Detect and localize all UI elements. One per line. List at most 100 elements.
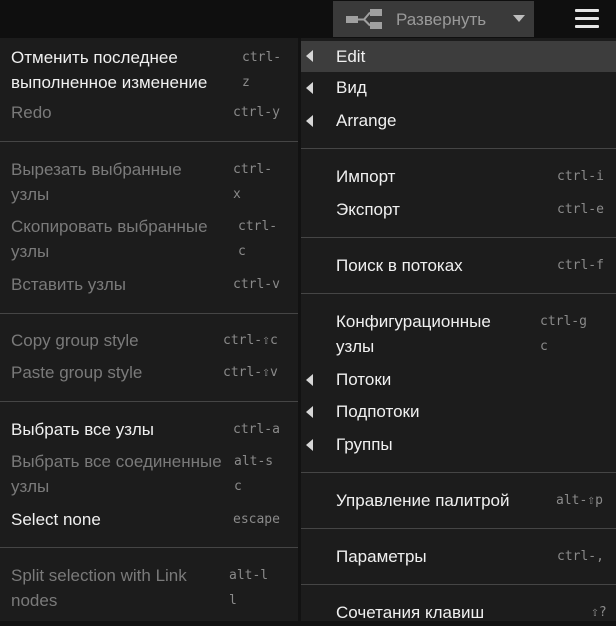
- submenu-left-arrow-icon: [306, 50, 313, 62]
- menu-divider: [0, 547, 298, 548]
- menu-divider: [0, 401, 298, 402]
- menu-divider: [301, 472, 616, 473]
- menu-divider: [301, 148, 616, 149]
- deploy-label: Развернуть: [396, 10, 487, 29]
- menu-item-label: Отменить последнее: [11, 48, 178, 67]
- menu-item-label: Поиск в потоках: [336, 256, 463, 275]
- menu-item-flows[interactable]: Потоки: [301, 367, 616, 393]
- menu-item-arrange[interactable]: Arrange: [301, 108, 616, 134]
- menu-item-shortcut: c: [238, 244, 246, 259]
- menu-item-select-none[interactable]: Select none escape: [0, 507, 298, 533]
- menu-item-label: Split selection with Link: [11, 566, 187, 585]
- menu-item-label: Потоки: [336, 370, 392, 389]
- menu-item-label: Управление палитрой: [336, 491, 510, 510]
- menu-item-label: Параметры: [336, 547, 427, 566]
- menu-item-label: Скопировать выбранные: [11, 217, 208, 236]
- menu-item-shortcut: ctrl-a: [233, 422, 280, 437]
- menu-item-shortcut: ctrl-i: [557, 169, 604, 184]
- menu-item-settings[interactable]: Параметры ctrl-,: [301, 544, 616, 570]
- submenu-left-arrow-icon: [306, 82, 313, 94]
- menu-item-label: Copy group style: [11, 331, 139, 350]
- menu-item-label: Выбрать все узлы: [11, 420, 154, 439]
- menu-item-cut[interactable]: Вырезать выбранные узлы ctrl- x: [0, 157, 298, 209]
- deploy-button[interactable]: Развернуть: [333, 1, 534, 37]
- menu-item-label: Вырезать выбранные: [11, 160, 182, 179]
- menu-item-view[interactable]: Вид: [301, 75, 616, 101]
- menu-item-shortcut: ctrl-v: [233, 277, 280, 292]
- menu-item-label: Экспорт: [336, 200, 400, 219]
- menu-item-search-flows[interactable]: Поиск в потоках ctrl-f: [301, 253, 616, 279]
- menu-item-import[interactable]: Импорт ctrl-i: [301, 164, 616, 190]
- submenu-left-arrow-icon: [306, 374, 313, 386]
- menu-item-shortcut: c: [540, 339, 548, 354]
- menu-item-label: Группы: [336, 435, 393, 454]
- deploy-icon: [346, 9, 382, 29]
- menu-item-shortcut: ctrl-: [238, 219, 278, 234]
- submenu-left-arrow-icon: [306, 115, 313, 127]
- menu-item-label: Импорт: [336, 167, 396, 186]
- menu-item-shortcut: z: [242, 75, 250, 90]
- main-menu: Edit Вид Arrange Импорт ctrl-i Экспорт c…: [301, 38, 616, 622]
- menu-item-shortcut: ctrl-⇧v: [223, 365, 278, 380]
- menu-item-shortcut: ctrl-: [233, 162, 273, 177]
- menu-divider: [301, 528, 616, 529]
- menu-item-shortcut: ctrl-: [242, 50, 282, 65]
- menu-item-undo[interactable]: Отменить последнее выполненное изменение…: [0, 44, 298, 96]
- menu-item-label: Вставить узлы: [11, 275, 127, 294]
- menu-item-redo[interactable]: Redo ctrl-y: [0, 100, 298, 126]
- menu-item-label: узлы: [11, 185, 50, 204]
- menu-item-shortcut: alt-⇧p: [556, 493, 603, 508]
- menu-item-config-nodes[interactable]: Конфигурационные узлы ctrl-g c: [301, 309, 616, 361]
- submenu-left-arrow-icon: [306, 439, 313, 451]
- menu-item-paste[interactable]: Вставить узлы ctrl-v: [0, 272, 298, 298]
- menu-item-manage-palette[interactable]: Управление палитрой alt-⇧p: [301, 488, 616, 514]
- menu-item-shortcut: ctrl-⇧c: [223, 333, 278, 348]
- menu-item-label: Edit: [336, 47, 366, 66]
- main-menu-hamburger-icon[interactable]: [575, 9, 599, 29]
- menu-item-label: Вид: [336, 78, 367, 97]
- menu-item-copy-group-style[interactable]: Copy group style ctrl-⇧c: [0, 328, 298, 354]
- menu-item-label: nodes: [11, 591, 58, 610]
- menu-item-export[interactable]: Экспорт ctrl-e: [301, 197, 616, 223]
- menu-item-label: выполненное изменение: [11, 73, 208, 92]
- menu-item-shortcut: l: [229, 593, 237, 608]
- menu-item-shortcut: alt-s: [234, 454, 274, 469]
- header-bar: Развернуть: [0, 0, 616, 38]
- menu-item-label: узлы: [11, 477, 50, 496]
- edit-submenu: Отменить последнее выполненное изменение…: [0, 38, 298, 621]
- menu-item-label: Подпотоки: [336, 402, 420, 421]
- menu-item-label: Arrange: [336, 111, 397, 130]
- menu-item-shortcut: ctrl-y: [233, 105, 280, 120]
- menu-item-paste-group-style[interactable]: Paste group style ctrl-⇧v: [0, 360, 298, 386]
- menu-item-shortcut: c: [234, 479, 242, 494]
- menu-item-label: Конфигурационные: [336, 312, 491, 331]
- menu-item-shortcut: ⇧?: [591, 605, 607, 620]
- menu-divider: [0, 141, 298, 142]
- menu-item-shortcut: ctrl-,: [557, 549, 604, 564]
- menu-item-shortcut: ctrl-f: [557, 258, 604, 273]
- menu-divider: [0, 313, 298, 314]
- menu-item-label: узлы: [11, 242, 50, 261]
- menu-item-label: Paste group style: [11, 363, 143, 382]
- menu-item-split-with-link-nodes[interactable]: Split selection with Link nodes alt-l l: [0, 563, 298, 615]
- menu-item-label: Select none: [11, 510, 101, 529]
- menu-divider: [301, 584, 616, 585]
- menu-item-edit[interactable]: Edit: [301, 41, 616, 72]
- menu-item-shortcut: ctrl-e: [557, 202, 604, 217]
- menu-divider: [301, 293, 616, 294]
- menu-item-shortcut: ctrl-g: [540, 314, 587, 329]
- menu-item-select-connected[interactable]: Выбрать все соединенные узлы alt-s c: [0, 449, 298, 501]
- deploy-dropdown-caret-icon[interactable]: [513, 15, 525, 22]
- menu-item-label: узлы: [336, 337, 375, 356]
- menu-item-label: Сочетания клавиш: [336, 603, 485, 622]
- menu-item-subflows[interactable]: Подпотоки: [301, 399, 616, 425]
- menu-item-shortcut: alt-l: [229, 568, 269, 583]
- menu-item-copy[interactable]: Скопировать выбранные узлы ctrl- c: [0, 214, 298, 266]
- submenu-left-arrow-icon: [306, 406, 313, 418]
- menu-item-shortcut: x: [233, 187, 241, 202]
- menu-item-label: Выбрать все соединенные: [11, 452, 222, 471]
- menu-item-label: Redo: [11, 103, 52, 122]
- menu-item-keyboard-shortcuts[interactable]: Сочетания клавиш ⇧?: [301, 600, 616, 626]
- menu-item-select-all[interactable]: Выбрать все узлы ctrl-a: [0, 417, 298, 443]
- menu-item-groups[interactable]: Группы: [301, 432, 616, 458]
